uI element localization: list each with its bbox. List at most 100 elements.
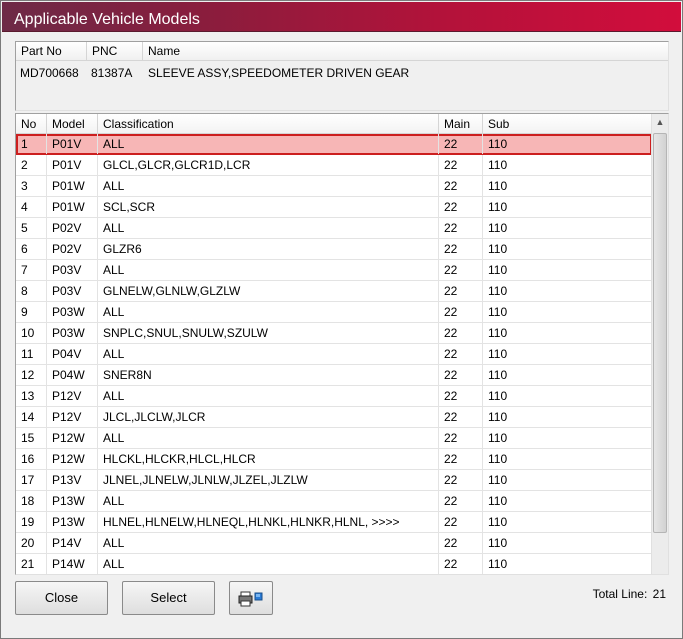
part-no-header: Part No	[16, 42, 87, 61]
column-header-main[interactable]: Main	[439, 114, 483, 134]
cell-main: 22	[439, 239, 483, 259]
cell-main: 22	[439, 533, 483, 553]
cell-sub: 110	[488, 221, 508, 235]
column-header-classification[interactable]: Classification	[98, 114, 439, 134]
cell-model: P03W	[47, 323, 98, 343]
table-row[interactable]: 13 P12V ALL 22 110	[16, 386, 652, 407]
cell-sub: 110	[488, 557, 508, 571]
cell-no: 18	[16, 491, 47, 511]
column-header-model[interactable]: Model	[47, 114, 98, 134]
cell-no: 5	[16, 218, 47, 238]
cell-classification: ALL	[98, 428, 439, 448]
scrollbar-thumb[interactable]	[653, 133, 667, 533]
column-header-no[interactable]: No	[16, 114, 47, 134]
cell-model: P03V	[47, 281, 98, 301]
column-header-sub[interactable]: Sub	[483, 114, 652, 134]
cell-sub: 110	[488, 473, 508, 487]
table-row[interactable]: 3 P01W ALL 22 110	[16, 176, 652, 197]
cell-model: P03V	[47, 260, 98, 280]
cell-model: P14W	[47, 554, 98, 574]
table-row[interactable]: 11 P04V ALL 22 110	[16, 344, 652, 365]
print-button[interactable]	[229, 581, 273, 615]
part-info-header: Part No PNC Name	[16, 42, 668, 61]
cell-no: 13	[16, 386, 47, 406]
cell-no: 2	[16, 155, 47, 175]
cell-classification: ALL	[98, 554, 439, 574]
cell-no: 20	[16, 533, 47, 553]
grid-header: No Model Classification Main Sub	[16, 114, 652, 134]
table-row[interactable]: 19 P13W HLNEL,HLNELW,HLNEQL,HLNKL,HLNKR,HL…	[16, 512, 652, 533]
cell-sub: 110	[488, 305, 508, 319]
cell-no: 10	[16, 323, 47, 343]
cell-model: P12V	[47, 407, 98, 427]
cell-classification: SNER8N	[98, 365, 439, 385]
cell-sub: 110	[488, 536, 508, 550]
cell-sub: 110	[488, 242, 508, 256]
cell-no: 11	[16, 344, 47, 364]
table-row[interactable]: 1 P01V ALL 22 110	[16, 134, 652, 155]
close-button[interactable]: Close	[15, 581, 108, 615]
table-row[interactable]: 15 P12W ALL 22 110	[16, 428, 652, 449]
table-row[interactable]: 4 P01W SCL,SCR 22 110	[16, 197, 652, 218]
grid-rows: 1 P01V ALL 22 110 2 P01V GLCL,GLCR,GLCR1D,LCR 22…	[16, 134, 652, 574]
table-row[interactable]: 18 P13W ALL 22 110	[16, 491, 652, 512]
table-row[interactable]: 9 P03W ALL 22 110	[16, 302, 652, 323]
cell-classification: ALL	[98, 176, 439, 196]
total-lines-value: 21	[652, 587, 666, 601]
cell-classification: GLCL,GLCR,GLCR1D,LCR	[98, 155, 439, 175]
name-value: SLEEVE ASSY,SPEEDOMETER DRIVEN GEAR	[148, 66, 410, 80]
window-title: Applicable Vehicle Models	[14, 11, 200, 28]
cell-model: P01W	[47, 197, 98, 217]
table-row[interactable]: 7 P03V ALL 22 110	[16, 260, 652, 281]
cell-main: 22	[439, 218, 483, 238]
cell-main: 22	[439, 197, 483, 217]
cell-no: 16	[16, 449, 47, 469]
title-bar[interactable]: Applicable Vehicle Models	[2, 2, 681, 32]
cell-classification: HLCKL,HLCKR,HLCL,HLCR	[98, 449, 439, 469]
name-header: Name	[148, 44, 181, 58]
cell-sub: 110	[488, 347, 508, 361]
table-row[interactable]: 5 P02V ALL 22 110	[16, 218, 652, 239]
table-row[interactable]: 8 P03V GLNELW,GLNLW,GLZLW 22 110	[16, 281, 652, 302]
cell-sub: 110	[488, 452, 508, 466]
cell-model: P04W	[47, 365, 98, 385]
cell-classification: ALL	[98, 533, 439, 553]
cell-sub: 110	[488, 200, 508, 214]
cell-no: 21	[16, 554, 47, 574]
table-row[interactable]: 21 P14W ALL 22 110	[16, 554, 652, 574]
cell-classification: JLNEL,JLNELW,JLNLW,JLZEL,JLZLW	[98, 470, 439, 490]
table-row[interactable]: 20 P14V ALL 22 110	[16, 533, 652, 554]
cell-main: 22	[439, 428, 483, 448]
table-row[interactable]: 6 P02V GLZR6 22 110	[16, 239, 652, 260]
cell-classification: HLNEL,HLNELW,HLNEQL,HLNKL,HLNKR,HLNL, >>…	[98, 512, 439, 532]
cell-main: 22	[439, 470, 483, 490]
cell-model: P03W	[47, 302, 98, 322]
cell-sub: 110	[488, 137, 508, 151]
cell-classification: ALL	[98, 386, 439, 406]
table-row[interactable]: 16 P12W HLCKL,HLCKR,HLCL,HLCR 22 110	[16, 449, 652, 470]
printer-icon	[238, 591, 263, 607]
table-row[interactable]: 10 P03W SNPLC,SNUL,SNULW,SZULW 22 110	[16, 323, 652, 344]
cell-main: 22	[439, 365, 483, 385]
cell-classification: SNPLC,SNUL,SNULW,SZULW	[98, 323, 439, 343]
vehicle-models-grid[interactable]: No Model Classification Main Sub 1 P01V AL…	[15, 113, 669, 575]
table-row[interactable]: 12 P04W SNER8N 22 110	[16, 365, 652, 386]
cell-main: 22	[439, 449, 483, 469]
select-button[interactable]: Select	[122, 581, 215, 615]
table-row[interactable]: 17 P13V JLNEL,JLNELW,JLNLW,JLZEL,JLZLW 22 11…	[16, 470, 652, 491]
cell-no: 8	[16, 281, 47, 301]
part-info-panel: Part No PNC Name MD700668 81387A SLEEVE …	[15, 41, 669, 111]
cell-main: 22	[439, 281, 483, 301]
table-row[interactable]: 14 P12V JLCL,JLCLW,JLCR 22 110	[16, 407, 652, 428]
scroll-up-arrow-icon[interactable]: ▲	[652, 114, 668, 131]
table-row[interactable]: 2 P01V GLCL,GLCR,GLCR1D,LCR 22 110	[16, 155, 652, 176]
cell-no: 6	[16, 239, 47, 259]
cell-model: P02V	[47, 218, 98, 238]
cell-no: 12	[16, 365, 47, 385]
cell-no: 7	[16, 260, 47, 280]
pnc-header: PNC	[87, 42, 143, 61]
cell-no: 4	[16, 197, 47, 217]
cell-main: 22	[439, 554, 483, 574]
cell-sub: 110	[488, 431, 508, 445]
vertical-scrollbar[interactable]: ▲	[651, 114, 668, 574]
